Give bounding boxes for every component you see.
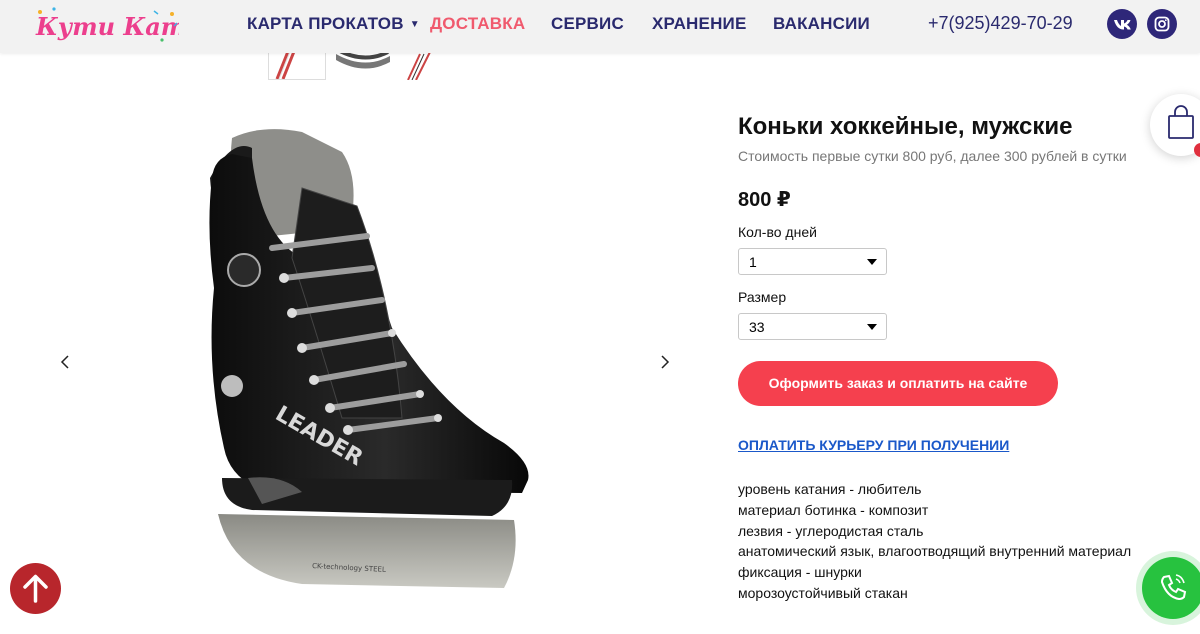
product-image: LEADER CK-technology STEEL [192,118,540,598]
pay-courier-link[interactable]: ОПЛАТИТЬ КУРЬЕРУ ПРИ ПОЛУЧЕНИИ [738,437,1009,453]
feature-item: материал ботинка - композит [738,501,929,518]
feature-item: анатомический язык, влагоотводящий внутр… [738,543,1132,560]
shopping-bag-icon [1168,105,1194,139]
scroll-to-top-button[interactable] [10,563,61,614]
logo[interactable]: Кути Катай [34,6,219,46]
chevron-down-icon: ▼ [409,19,420,30]
feature-item: уровень катания - любитель [738,481,922,497]
feature-item: морозоустойчивый стакан [738,584,908,601]
nav-map-rentals[interactable]: КАРТА ПРОКАТОВ ▼ [247,14,420,34]
nav-delivery[interactable]: ДОСТАВКА [430,14,525,34]
chevron-right-icon [661,355,670,369]
product-subtitle: Стоимость первые сутки 800 руб, далее 30… [738,148,1127,164]
days-select-value: 1 [749,254,757,270]
phone-number[interactable]: +7(925)429-70-29 [928,13,1073,34]
vk-icon[interactable] [1107,9,1137,39]
order-pay-online-button[interactable]: Оформить заказ и оплатить на сайте [738,361,1058,406]
size-label: Размер [738,289,787,305]
dropdown-arrow-icon [867,324,877,330]
product-price: 800 ₽ [738,189,791,211]
phone-icon [1160,574,1187,601]
logo-image: Кути Катай [35,7,219,42]
nav-service[interactable]: СЕРВИС [551,14,624,34]
feature-item: фиксация - шнурки [738,564,862,581]
chevron-left-icon [60,355,69,369]
feature-item: лезвия - углеродистая сталь [738,522,924,539]
instagram-icon[interactable] [1147,9,1177,39]
product-features-list: уровень катания - любитель материал боти… [738,479,1131,604]
size-select-value: 33 [749,319,765,335]
logo-text: Кути Катай [35,12,179,41]
cart-button[interactable] [1150,94,1200,156]
days-select[interactable]: 1 [738,248,887,275]
product-title: Коньки хоккейные, мужские [738,113,1073,140]
days-label: Кол-во дней [738,224,817,240]
size-select[interactable]: 33 [738,313,887,340]
dropdown-arrow-icon [867,259,877,265]
gallery-next-button[interactable] [652,350,676,374]
callback-button[interactable] [1142,557,1200,619]
nav-vacancies[interactable]: ВАКАНСИИ [773,14,870,34]
nav-map-rentals-label: КАРТА ПРОКАТОВ [247,14,404,33]
site-header: Кути Катай КАРТА ПРОКАТОВ ▼ ДОСТАВКА СЕРВ… [0,0,1200,53]
gallery-prev-button[interactable] [54,350,78,374]
arrow-up-icon [23,574,48,603]
nav-storage[interactable]: ХРАНЕНИЕ [652,14,747,34]
